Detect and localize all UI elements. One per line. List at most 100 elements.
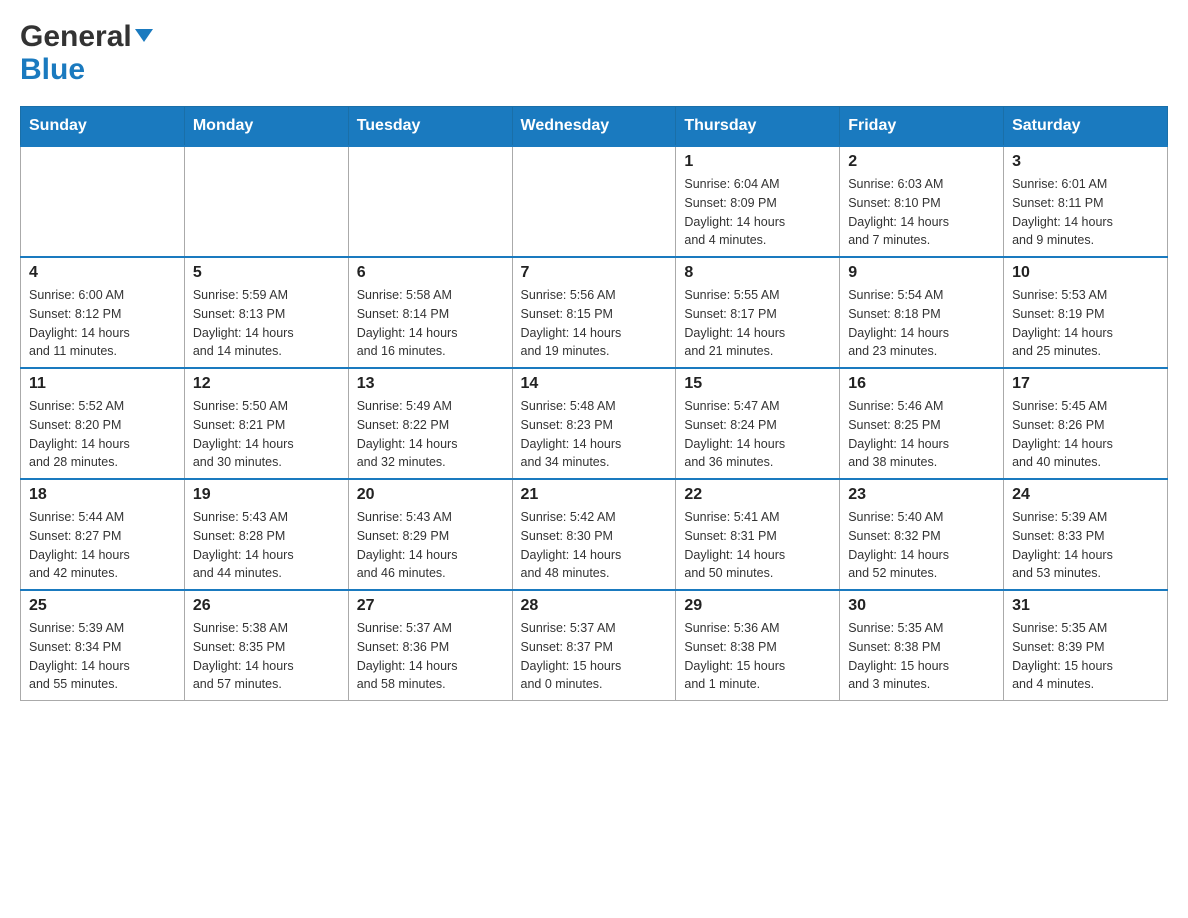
day-info: Sunrise: 5:52 AM Sunset: 8:20 PM Dayligh… xyxy=(29,397,176,472)
day-number: 14 xyxy=(521,375,668,393)
day-number: 29 xyxy=(684,597,831,615)
day-of-week-header: Wednesday xyxy=(512,107,676,147)
day-number: 20 xyxy=(357,486,504,504)
day-info: Sunrise: 5:58 AM Sunset: 8:14 PM Dayligh… xyxy=(357,286,504,361)
day-info: Sunrise: 6:01 AM Sunset: 8:11 PM Dayligh… xyxy=(1012,175,1159,250)
calendar-week-row: 18 Sunrise: 5:44 AM Sunset: 8:27 PM Dayli… xyxy=(21,479,1168,590)
day-number: 10 xyxy=(1012,264,1159,282)
calendar-cell: 8 Sunrise: 5:55 AM Sunset: 8:17 PM Daylig… xyxy=(676,257,840,368)
day-info: Sunrise: 5:46 AM Sunset: 8:25 PM Dayligh… xyxy=(848,397,995,472)
day-number: 5 xyxy=(193,264,340,282)
calendar-cell: 20 Sunrise: 5:43 AM Sunset: 8:29 PM Dayli… xyxy=(348,479,512,590)
calendar-cell: 27 Sunrise: 5:37 AM Sunset: 8:36 PM Dayli… xyxy=(348,590,512,701)
calendar-cell: 10 Sunrise: 5:53 AM Sunset: 8:19 PM Dayli… xyxy=(1004,257,1168,368)
day-info: Sunrise: 5:35 AM Sunset: 8:38 PM Dayligh… xyxy=(848,619,995,694)
day-info: Sunrise: 5:37 AM Sunset: 8:37 PM Dayligh… xyxy=(521,619,668,694)
day-info: Sunrise: 5:35 AM Sunset: 8:39 PM Dayligh… xyxy=(1012,619,1159,694)
day-info: Sunrise: 5:59 AM Sunset: 8:13 PM Dayligh… xyxy=(193,286,340,361)
day-of-week-header: Thursday xyxy=(676,107,840,147)
day-number: 11 xyxy=(29,375,176,393)
day-number: 3 xyxy=(1012,153,1159,171)
calendar-cell: 9Sunrise: 5:54 AM Sunset: 8:18 PM Daylig… xyxy=(840,257,1004,368)
day-number: 2 xyxy=(848,153,995,171)
page-header: General Blue xyxy=(20,20,1168,86)
day-number: 15 xyxy=(684,375,831,393)
logo: General Blue xyxy=(20,20,153,86)
calendar-cell: 16 Sunrise: 5:46 AM Sunset: 8:25 PM Dayli… xyxy=(840,368,1004,479)
day-number: 30 xyxy=(848,597,995,615)
calendar-cell: 22 Sunrise: 5:41 AM Sunset: 8:31 PM Dayli… xyxy=(676,479,840,590)
day-info: Sunrise: 5:50 AM Sunset: 8:21 PM Dayligh… xyxy=(193,397,340,472)
day-number: 27 xyxy=(357,597,504,615)
day-info: Sunrise: 5:43 AM Sunset: 8:29 PM Dayligh… xyxy=(357,508,504,583)
day-of-week-header: Sunday xyxy=(21,107,185,147)
calendar-cell: 15 Sunrise: 5:47 AM Sunset: 8:24 PM Dayli… xyxy=(676,368,840,479)
calendar-cell: 18 Sunrise: 5:44 AM Sunset: 8:27 PM Dayli… xyxy=(21,479,185,590)
day-info: Sunrise: 5:41 AM Sunset: 8:31 PM Dayligh… xyxy=(684,508,831,583)
calendar-cell: 14 Sunrise: 5:48 AM Sunset: 8:23 PM Dayli… xyxy=(512,368,676,479)
day-number: 25 xyxy=(29,597,176,615)
calendar-cell: 25 Sunrise: 5:39 AM Sunset: 8:34 PM Dayli… xyxy=(21,590,185,701)
calendar-cell: 26 Sunrise: 5:38 AM Sunset: 8:35 PM Dayli… xyxy=(184,590,348,701)
day-number: 22 xyxy=(684,486,831,504)
logo-general-text: General xyxy=(20,20,153,53)
day-info: Sunrise: 5:53 AM Sunset: 8:19 PM Dayligh… xyxy=(1012,286,1159,361)
day-info: Sunrise: 5:38 AM Sunset: 8:35 PM Dayligh… xyxy=(193,619,340,694)
day-info: Sunrise: 6:00 AM Sunset: 8:12 PM Dayligh… xyxy=(29,286,176,361)
day-number: 28 xyxy=(521,597,668,615)
day-number: 1 xyxy=(684,153,831,171)
calendar-week-row: 25 Sunrise: 5:39 AM Sunset: 8:34 PM Dayli… xyxy=(21,590,1168,701)
day-info: Sunrise: 5:39 AM Sunset: 8:34 PM Dayligh… xyxy=(29,619,176,694)
day-of-week-header: Saturday xyxy=(1004,107,1168,147)
day-info: Sunrise: 5:47 AM Sunset: 8:24 PM Dayligh… xyxy=(684,397,831,472)
logo-blue-text: Blue xyxy=(20,53,85,86)
day-number: 6 xyxy=(357,264,504,282)
day-number: 12 xyxy=(193,375,340,393)
day-number: 8 xyxy=(684,264,831,282)
day-info: Sunrise: 5:49 AM Sunset: 8:22 PM Dayligh… xyxy=(357,397,504,472)
calendar-cell: 17Sunrise: 5:45 AM Sunset: 8:26 PM Dayli… xyxy=(1004,368,1168,479)
calendar-week-row: 4Sunrise: 6:00 AM Sunset: 8:12 PM Daylig… xyxy=(21,257,1168,368)
calendar-table: SundayMondayTuesdayWednesdayThursdayFrid… xyxy=(20,106,1168,701)
day-info: Sunrise: 5:40 AM Sunset: 8:32 PM Dayligh… xyxy=(848,508,995,583)
day-info: Sunrise: 6:03 AM Sunset: 8:10 PM Dayligh… xyxy=(848,175,995,250)
day-number: 16 xyxy=(848,375,995,393)
calendar-cell: 23Sunrise: 5:40 AM Sunset: 8:32 PM Dayli… xyxy=(840,479,1004,590)
day-info: Sunrise: 6:04 AM Sunset: 8:09 PM Dayligh… xyxy=(684,175,831,250)
day-number: 21 xyxy=(521,486,668,504)
calendar-cell: 28 Sunrise: 5:37 AM Sunset: 8:37 PM Dayli… xyxy=(512,590,676,701)
day-info: Sunrise: 5:43 AM Sunset: 8:28 PM Dayligh… xyxy=(193,508,340,583)
calendar-cell xyxy=(21,146,185,257)
calendar-cell: 11 Sunrise: 5:52 AM Sunset: 8:20 PM Dayli… xyxy=(21,368,185,479)
calendar-cell: 1 Sunrise: 6:04 AM Sunset: 8:09 PM Daylig… xyxy=(676,146,840,257)
day-number: 31 xyxy=(1012,597,1159,615)
day-info: Sunrise: 5:54 AM Sunset: 8:18 PM Dayligh… xyxy=(848,286,995,361)
calendar-week-row: 11 Sunrise: 5:52 AM Sunset: 8:20 PM Dayli… xyxy=(21,368,1168,479)
day-info: Sunrise: 5:36 AM Sunset: 8:38 PM Dayligh… xyxy=(684,619,831,694)
day-info: Sunrise: 5:48 AM Sunset: 8:23 PM Dayligh… xyxy=(521,397,668,472)
day-info: Sunrise: 5:44 AM Sunset: 8:27 PM Dayligh… xyxy=(29,508,176,583)
calendar-cell xyxy=(348,146,512,257)
day-info: Sunrise: 5:37 AM Sunset: 8:36 PM Dayligh… xyxy=(357,619,504,694)
calendar-week-row: 1 Sunrise: 6:04 AM Sunset: 8:09 PM Daylig… xyxy=(21,146,1168,257)
day-info: Sunrise: 5:39 AM Sunset: 8:33 PM Dayligh… xyxy=(1012,508,1159,583)
day-info: Sunrise: 5:45 AM Sunset: 8:26 PM Dayligh… xyxy=(1012,397,1159,472)
calendar-cell: 4Sunrise: 6:00 AM Sunset: 8:12 PM Daylig… xyxy=(21,257,185,368)
calendar-cell: 6 Sunrise: 5:58 AM Sunset: 8:14 PM Daylig… xyxy=(348,257,512,368)
calendar-cell: 24Sunrise: 5:39 AM Sunset: 8:33 PM Dayli… xyxy=(1004,479,1168,590)
day-number: 26 xyxy=(193,597,340,615)
day-of-week-header: Monday xyxy=(184,107,348,147)
calendar-cell: 2 Sunrise: 6:03 AM Sunset: 8:10 PM Daylig… xyxy=(840,146,1004,257)
day-of-week-header: Friday xyxy=(840,107,1004,147)
day-number: 18 xyxy=(29,486,176,504)
day-info: Sunrise: 5:42 AM Sunset: 8:30 PM Dayligh… xyxy=(521,508,668,583)
calendar-cell: 21 Sunrise: 5:42 AM Sunset: 8:30 PM Dayli… xyxy=(512,479,676,590)
calendar-cell xyxy=(512,146,676,257)
calendar-cell: 31 Sunrise: 5:35 AM Sunset: 8:39 PM Dayli… xyxy=(1004,590,1168,701)
calendar-header-row: SundayMondayTuesdayWednesdayThursdayFrid… xyxy=(21,107,1168,147)
calendar-cell: 30 Sunrise: 5:35 AM Sunset: 8:38 PM Dayli… xyxy=(840,590,1004,701)
day-of-week-header: Tuesday xyxy=(348,107,512,147)
day-info: Sunrise: 5:55 AM Sunset: 8:17 PM Dayligh… xyxy=(684,286,831,361)
day-number: 7 xyxy=(521,264,668,282)
calendar-cell: 7Sunrise: 5:56 AM Sunset: 8:15 PM Daylig… xyxy=(512,257,676,368)
